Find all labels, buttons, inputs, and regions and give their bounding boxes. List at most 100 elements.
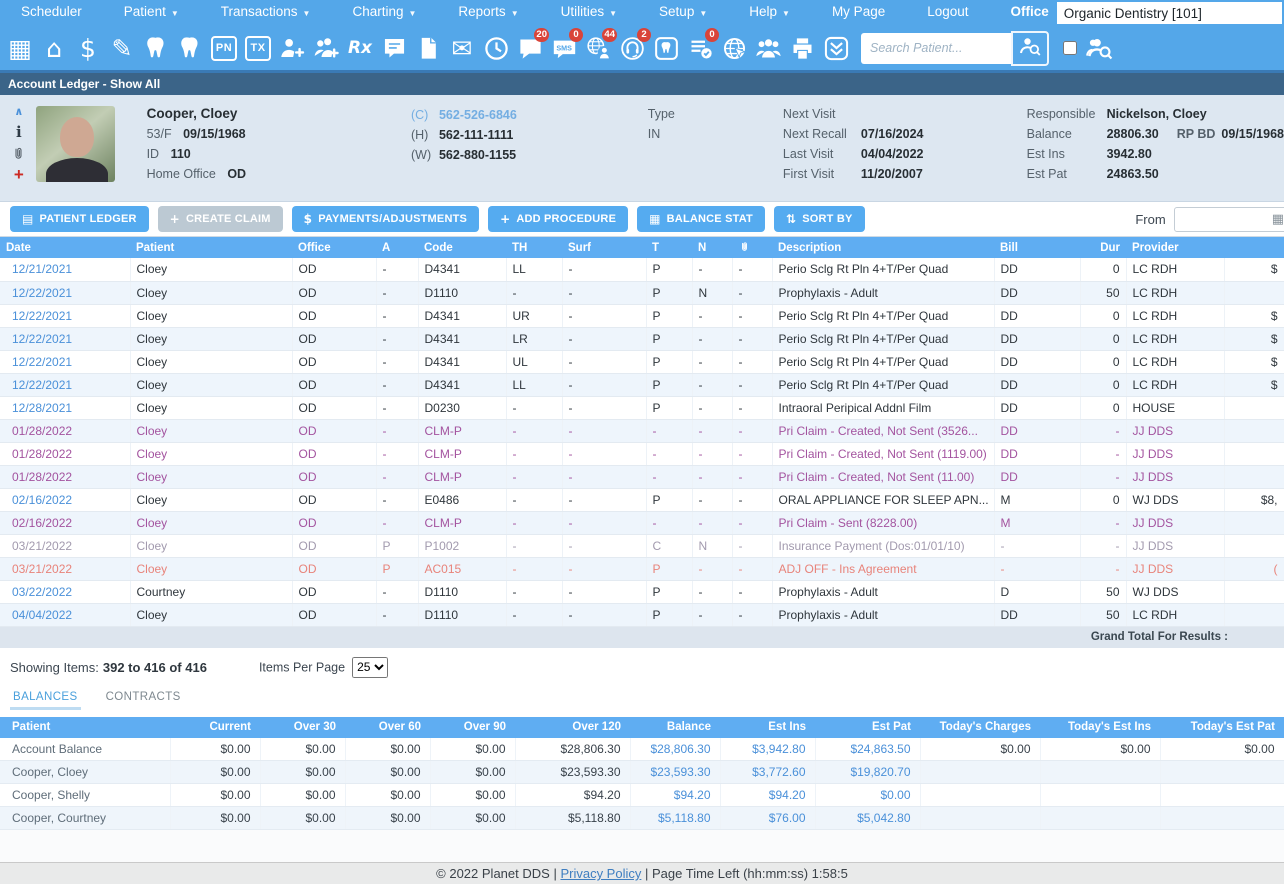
cell-date[interactable]: 12/22/2021: [0, 350, 130, 373]
table-row[interactable]: 03/21/2022 Cloey OD P P1002 - - C N - In…: [0, 534, 1284, 557]
table-row[interactable]: 12/22/2021 Cloey OD - D1110 - - P N - Pr…: [0, 281, 1284, 304]
column-header[interactable]: Provider: [1126, 237, 1224, 258]
cell-date[interactable]: 02/16/2022: [0, 511, 130, 534]
balance-column-header[interactable]: Est Pat: [815, 717, 920, 738]
cell-date[interactable]: 01/28/2022: [0, 465, 130, 488]
balance-cell[interactable]: Cooper, Courtney: [0, 807, 170, 830]
family-search-icon[interactable]: [1086, 34, 1114, 62]
menu-item[interactable]: Help▼: [728, 0, 811, 27]
cell-date[interactable]: 12/28/2021: [0, 396, 130, 419]
table-row[interactable]: 03/21/2022 Cloey OD P AC015 - - P - - AD…: [0, 557, 1284, 580]
items-per-page-select[interactable]: 25: [352, 657, 388, 678]
documents-icon[interactable]: [411, 27, 445, 69]
column-header[interactable]: A: [376, 237, 418, 258]
task-list-icon[interactable]: 0: [683, 27, 717, 69]
tab-balances[interactable]: BALANCES: [10, 686, 81, 710]
menu-item[interactable]: Setup▼: [638, 0, 728, 27]
attachment-icon[interactable]: [10, 146, 27, 163]
balance-column-header[interactable]: Current: [170, 717, 260, 738]
cell-date[interactable]: 03/21/2022: [0, 534, 130, 557]
sort-by-button[interactable]: ⇅SORT BY: [774, 206, 865, 232]
cell-date[interactable]: 03/21/2022: [0, 557, 130, 580]
table-row[interactable]: 12/28/2021 Cloey OD - D0230 - - P - - In…: [0, 396, 1284, 419]
calendar-icon[interactable]: ▦: [3, 27, 37, 69]
staff-icon[interactable]: [751, 27, 785, 69]
mail-icon[interactable]: ✉: [445, 27, 479, 69]
balance-column-header[interactable]: Balance: [630, 717, 720, 738]
cell-date[interactable]: 01/28/2022: [0, 419, 130, 442]
balance-cell[interactable]: Cooper, Shelly: [0, 784, 170, 807]
balance-column-header[interactable]: Over 60: [345, 717, 430, 738]
web-portal-icon[interactable]: [717, 27, 751, 69]
table-row[interactable]: 02/16/2022 Cloey OD - CLM-P - - - - - Pr…: [0, 511, 1284, 534]
progress-notes-icon[interactable]: PN: [207, 27, 241, 69]
table-row[interactable]: 04/04/2022 Cloey OD - D1110 - - P - - Pr…: [0, 603, 1284, 626]
table-row[interactable]: 12/22/2021 Cloey OD - D4341 UR - P - - P…: [0, 304, 1284, 327]
payments-adjustments-button[interactable]: $PAYMENTS/ADJUSTMENTS: [292, 206, 479, 232]
web-patient-icon[interactable]: 44: [581, 27, 615, 69]
menu-item[interactable]: Logout: [906, 0, 989, 27]
column-header[interactable]: Code: [418, 237, 506, 258]
office-input[interactable]: [1057, 2, 1282, 24]
balance-column-header[interactable]: Today's Est Ins: [1040, 717, 1160, 738]
patient-info-icon[interactable]: i: [16, 123, 22, 141]
messages-icon[interactable]: 20: [513, 27, 547, 69]
menu-item[interactable]: Utilities▼: [540, 0, 638, 27]
table-row[interactable]: 03/22/2022 Courtney OD - D1110 - - P - -…: [0, 580, 1284, 603]
print-icon[interactable]: [785, 27, 819, 69]
add-patient-icon[interactable]: [275, 27, 309, 69]
medical-alert-icon[interactable]: +: [14, 168, 24, 182]
balance-column-header[interactable]: Over 30: [260, 717, 345, 738]
column-header[interactable]: N: [692, 237, 732, 258]
column-header[interactable]: [1224, 237, 1284, 258]
support-icon[interactable]: 2: [615, 27, 649, 69]
collapse-toolbar-icon[interactable]: [819, 27, 853, 69]
home-icon[interactable]: ⌂: [37, 27, 71, 69]
menu-item[interactable]: Charting▼: [331, 0, 437, 27]
perio-chart-icon[interactable]: [173, 27, 207, 69]
menu-item[interactable]: My Page: [811, 0, 906, 27]
patient-photo[interactable]: [36, 106, 115, 182]
table-row[interactable]: 12/21/2021 Cloey OD - D4341 LL - P - - P…: [0, 258, 1284, 281]
column-header[interactable]: Surf: [562, 237, 646, 258]
column-header[interactable]: Bill: [994, 237, 1080, 258]
table-row[interactable]: 01/28/2022 Cloey OD - CLM-P - - - - - Pr…: [0, 465, 1284, 488]
cell-date[interactable]: 12/21/2021: [0, 258, 130, 281]
balance-cell[interactable]: Account Balance: [0, 738, 170, 761]
column-header[interactable]: T: [646, 237, 692, 258]
add-procedure-button[interactable]: +ADD PROCEDURE: [488, 206, 628, 232]
column-header[interactable]: Dur: [1080, 237, 1126, 258]
table-row[interactable]: 12/22/2021 Cloey OD - D4341 UL - P - - P…: [0, 350, 1284, 373]
table-row[interactable]: 12/22/2021 Cloey OD - D4341 LL - P - - P…: [0, 373, 1284, 396]
balance-cell[interactable]: Cooper, Cloey: [0, 761, 170, 784]
attachment-column-header[interactable]: [732, 237, 772, 258]
from-date-input[interactable]: [1174, 207, 1284, 232]
menu-item[interactable]: Office: [990, 0, 1057, 27]
treatment-plan-icon[interactable]: ✎: [105, 27, 139, 69]
cell-date[interactable]: 03/22/2022: [0, 580, 130, 603]
column-header[interactable]: Description: [772, 237, 994, 258]
notes-icon[interactable]: [377, 27, 411, 69]
cell-date[interactable]: 12/22/2021: [0, 373, 130, 396]
tooth-chart-icon[interactable]: [139, 27, 173, 69]
menu-item[interactable]: Transactions▼: [200, 0, 332, 27]
payments-icon[interactable]: $: [71, 27, 105, 69]
cell-date[interactable]: 12/22/2021: [0, 327, 130, 350]
column-header[interactable]: Date: [0, 237, 130, 258]
treatment-calendar-icon[interactable]: TX: [241, 27, 275, 69]
table-row[interactable]: 02/16/2022 Cloey OD - E0486 - - P - - OR…: [0, 488, 1284, 511]
menu-item[interactable]: Reports▼: [437, 0, 539, 27]
search-input[interactable]: [861, 33, 1011, 64]
balance-column-header[interactable]: Patient: [0, 717, 170, 738]
add-family-icon[interactable]: [309, 27, 343, 69]
balance-column-header[interactable]: Over 90: [430, 717, 515, 738]
table-row[interactable]: 12/22/2021 Cloey OD - D4341 LR - P - - P…: [0, 327, 1284, 350]
menu-item[interactable]: Scheduler: [0, 0, 103, 27]
cell-date[interactable]: 12/22/2021: [0, 304, 130, 327]
table-row[interactable]: 01/28/2022 Cloey OD - CLM-P - - - - - Pr…: [0, 419, 1284, 442]
tab-contracts[interactable]: CONTRACTS: [103, 686, 184, 710]
time-clock-icon[interactable]: [479, 27, 513, 69]
balance-column-header[interactable]: Est Ins: [720, 717, 815, 738]
patient-ledger-button[interactable]: ▤PATIENT LEDGER: [10, 206, 149, 232]
column-header[interactable]: Patient: [130, 237, 292, 258]
